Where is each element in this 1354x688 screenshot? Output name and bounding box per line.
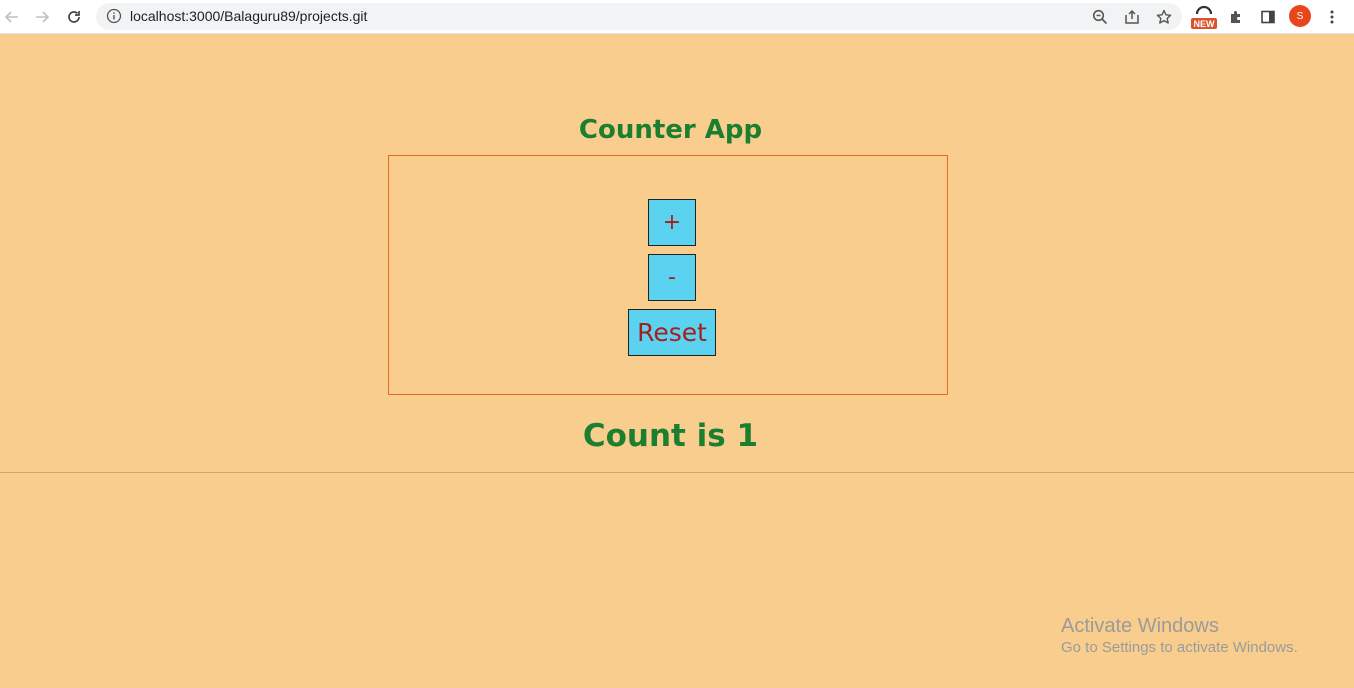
count-display: Count is 1 xyxy=(582,418,759,454)
site-info-icon[interactable] xyxy=(106,8,122,24)
url-text[interactable]: localhost:3000/Balaguru89/projects.git xyxy=(130,8,367,24)
extensions-puzzle-icon[interactable] xyxy=(1224,5,1248,29)
profile-avatar[interactable]: S xyxy=(1289,5,1311,27)
increment-button[interactable]: + xyxy=(648,199,696,246)
forward-arrow-icon[interactable] xyxy=(30,5,54,29)
watermark-title: Activate Windows xyxy=(1061,615,1219,637)
app-title: Counter App xyxy=(578,115,763,145)
decrement-button[interactable]: - xyxy=(648,254,696,301)
bookmark-star-icon[interactable] xyxy=(1152,5,1176,29)
divider xyxy=(0,472,1354,473)
new-badge-text: NEW xyxy=(1194,19,1216,29)
address-bar[interactable]: localhost:3000/Balaguru89/projects.git xyxy=(96,3,1182,30)
reload-icon[interactable] xyxy=(62,5,86,29)
extension-new-badge-icon[interactable]: NEW xyxy=(1191,4,1217,30)
kebab-menu-icon[interactable] xyxy=(1320,5,1344,29)
zoom-icon[interactable] xyxy=(1088,5,1112,29)
side-panel-icon[interactable] xyxy=(1256,5,1280,29)
watermark-subtitle: Go to Settings to activate Windows. xyxy=(1061,639,1298,656)
reset-button[interactable]: Reset xyxy=(628,309,716,356)
browser-toolbar: localhost:3000/Balaguru89/projects.git N… xyxy=(0,0,1354,34)
share-icon[interactable] xyxy=(1120,5,1144,29)
back-arrow-icon[interactable] xyxy=(0,5,24,29)
windows-activation-watermark: Activate Windows Go to Settings to activ… xyxy=(1061,614,1298,658)
